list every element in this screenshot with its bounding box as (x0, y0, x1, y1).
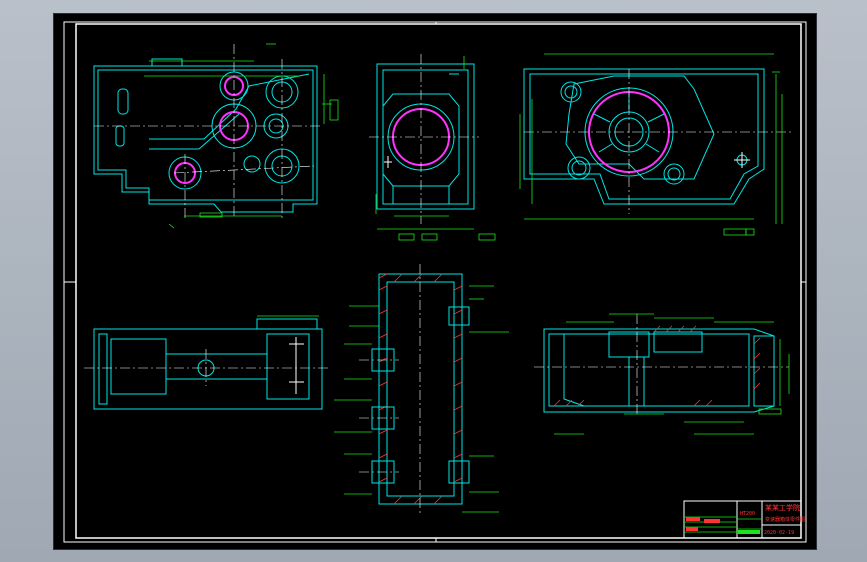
drawing-school: 某某工学院 (765, 503, 800, 512)
view-section-vertical (334, 264, 509, 514)
drawing-title: 变速器箱体零件图 (765, 516, 805, 523)
inner-frame (75, 23, 802, 539)
title-block: HT200 某某工学院 变速器箱体零件图 2020-02-19 (683, 500, 805, 539)
cad-drawing: HT200 某某工学院 变速器箱体零件图 2020-02-19 (63, 21, 807, 543)
view-section-horizontal (534, 313, 790, 435)
drawing-date: 2020-02-19 (764, 530, 794, 536)
material-tag: HT200 (740, 511, 755, 517)
drawing-viewport[interactable]: HT200 某某工学院 变速器箱体零件图 2020-02-19 (53, 13, 817, 550)
view-top (84, 315, 329, 410)
view-side (369, 54, 496, 241)
view-front (93, 43, 339, 229)
view-rear (519, 53, 794, 236)
